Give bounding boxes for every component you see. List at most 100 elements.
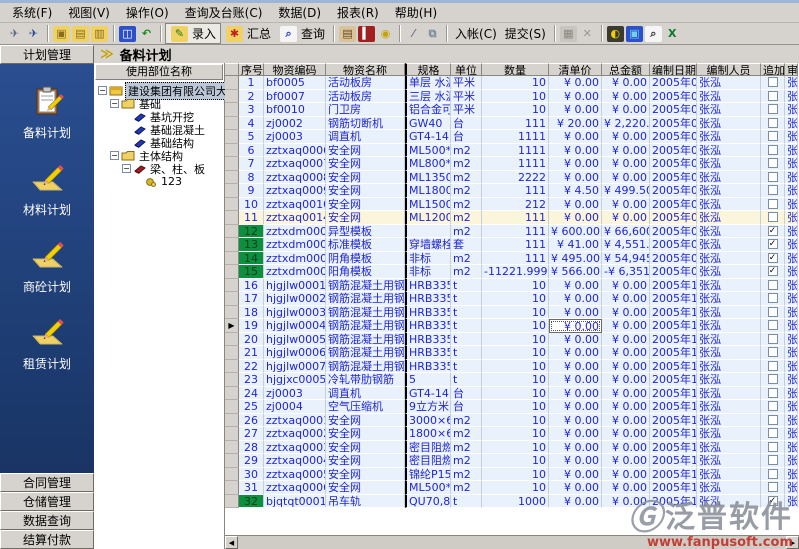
cell-auditor[interactable]: 张 (785, 346, 798, 360)
cell-append[interactable] (761, 279, 785, 293)
append-checkbox[interactable] (768, 388, 778, 398)
paperclip-icon[interactable]: ⁄ (405, 26, 422, 42)
cell-no[interactable]: 1 (239, 76, 264, 90)
cell-auditor[interactable]: 张 (785, 373, 798, 387)
cell-total[interactable]: ¥ 0.00 (602, 387, 650, 401)
cell-append[interactable]: ✓ (761, 225, 785, 239)
cell-auditor[interactable]: 张 (785, 441, 798, 455)
expander-icon[interactable]: − (122, 164, 131, 173)
cell-unit[interactable]: 台 (451, 387, 482, 401)
cell-author[interactable]: 张泓 (697, 103, 761, 117)
cell-total[interactable]: ¥ 0.00 (602, 360, 650, 374)
cell-qty[interactable]: 1000 (482, 495, 549, 509)
cell-qty[interactable]: 10 (482, 319, 549, 333)
cell-author[interactable]: 张泓 (697, 238, 761, 252)
cell-append[interactable] (761, 130, 785, 144)
cell-price[interactable]: ¥ 0.00 (549, 211, 602, 225)
cell-price[interactable]: ¥ 0.00 (549, 306, 602, 320)
cell-no[interactable]: 5 (239, 130, 264, 144)
cell-author[interactable]: 张泓 (697, 117, 761, 131)
cell-price[interactable]: ¥ 0.00 (549, 103, 602, 117)
cell-append[interactable] (761, 441, 785, 455)
table-row[interactable]: 21hjgjlw0006钢筋混凝土用钢筋HRB335 20t10¥ 0.00¥ … (225, 346, 799, 360)
cell-author[interactable]: 张泓 (697, 427, 761, 441)
row-indicator[interactable] (225, 144, 239, 158)
cell-auditor[interactable]: 张 (785, 157, 798, 171)
cell-price[interactable]: ¥ 566.00 (549, 265, 602, 279)
cell-append[interactable] (761, 360, 785, 374)
append-checkbox[interactable] (768, 401, 778, 411)
cell-qty[interactable]: 10 (482, 90, 549, 104)
append-checkbox[interactable] (768, 104, 778, 114)
camera-icon[interactable]: ◐ (607, 26, 624, 42)
cell-name[interactable]: 吊车轨 (326, 495, 405, 509)
row-indicator[interactable] (225, 211, 239, 225)
cell-date[interactable]: 2005年10月 (650, 387, 697, 401)
cell-name[interactable]: 钢筋切断机 (326, 117, 405, 131)
cell-no[interactable]: 2 (239, 90, 264, 104)
cell-date[interactable]: 2005年10月 (650, 333, 697, 347)
cell-author[interactable]: 张泓 (697, 252, 761, 266)
cell-append[interactable] (761, 211, 785, 225)
cell-auditor[interactable]: 张 (785, 306, 798, 320)
cell-no[interactable]: 29 (239, 454, 264, 468)
cell-price[interactable]: ¥ 0.00 (549, 468, 602, 482)
cell-name[interactable]: 活动板房 (326, 76, 405, 90)
append-checkbox[interactable] (768, 334, 778, 344)
cell-auditor[interactable]: 张 (785, 252, 798, 266)
menu-help[interactable]: 帮助(H) (395, 4, 437, 21)
cell-qty[interactable]: 10 (482, 427, 549, 441)
cell-auditor[interactable]: 张 (785, 103, 798, 117)
cell-total[interactable]: ¥ 0.00 (602, 481, 650, 495)
nav-material-plan[interactable]: 材料计划 (23, 165, 71, 218)
cell-append[interactable] (761, 400, 785, 414)
column-header-author[interactable]: 编制人员 (697, 63, 761, 76)
cell-auditor[interactable]: 张 (785, 387, 798, 401)
cell-no[interactable]: 20 (239, 333, 264, 347)
cell-date[interactable]: 2005年10月 (650, 400, 697, 414)
cell-qty[interactable]: 10 (482, 373, 549, 387)
cell-auditor[interactable]: 张 (785, 171, 798, 185)
cell-auditor[interactable]: 张 (785, 238, 798, 252)
cell-date[interactable]: 2005年09月 (650, 211, 697, 225)
cell-code[interactable]: bf0005 (264, 76, 326, 90)
cell-price[interactable]: ¥ 0.00 (549, 171, 602, 185)
cell-date[interactable]: 2005年09月 (650, 103, 697, 117)
row-indicator[interactable] (225, 225, 239, 239)
append-checkbox-checked[interactable]: ✓ (768, 239, 778, 249)
row-indicator[interactable] (225, 441, 239, 455)
cell-date[interactable]: 2005年10月 (650, 306, 697, 320)
menu-system[interactable]: 系统(F) (12, 4, 52, 21)
cell-total[interactable]: ¥ 0.00 (602, 279, 650, 293)
print-preview-icon[interactable]: ⌕ (645, 26, 662, 42)
nav-concrete-plan[interactable]: 商砼计划 (23, 242, 71, 295)
cell-spec[interactable]: HRB335 22 (405, 360, 451, 374)
row-indicator[interactable] (225, 238, 239, 252)
cell-name[interactable]: 阳角模板 (326, 265, 405, 279)
row-indicator[interactable] (225, 360, 239, 374)
cell-code[interactable]: hjgjlw0002 (264, 292, 326, 306)
menu-report[interactable]: 报表(R) (337, 4, 379, 21)
cell-qty[interactable]: 10 (482, 441, 549, 455)
row-indicator[interactable] (225, 184, 239, 198)
cell-code[interactable]: zztxdm0007 (264, 225, 326, 239)
expander-icon[interactable]: − (110, 99, 119, 108)
cell-auditor[interactable]: 张 (785, 76, 798, 90)
cell-qty[interactable]: 111 (482, 184, 549, 198)
cell-name[interactable]: 安全网 (326, 481, 405, 495)
cell-code[interactable]: zj0004 (264, 400, 326, 414)
cell-total[interactable]: ¥ 4,551.00 (602, 238, 650, 252)
cell-no[interactable]: 27 (239, 427, 264, 441)
cell-qty[interactable]: 10 (482, 279, 549, 293)
cell-auditor[interactable]: 张 (785, 265, 798, 279)
cell-date[interactable]: 2005年09月 (650, 252, 697, 266)
append-checkbox[interactable] (768, 212, 778, 222)
cell-author[interactable]: 张泓 (697, 400, 761, 414)
cell-no[interactable]: 31 (239, 481, 264, 495)
cell-no[interactable]: 19 (239, 319, 264, 333)
cell-unit[interactable]: m2 (451, 454, 482, 468)
cell-qty[interactable]: 111 (482, 238, 549, 252)
cell-spec[interactable]: HRB335 20 (405, 346, 451, 360)
cell-append[interactable] (761, 306, 785, 320)
append-checkbox[interactable] (768, 374, 778, 384)
